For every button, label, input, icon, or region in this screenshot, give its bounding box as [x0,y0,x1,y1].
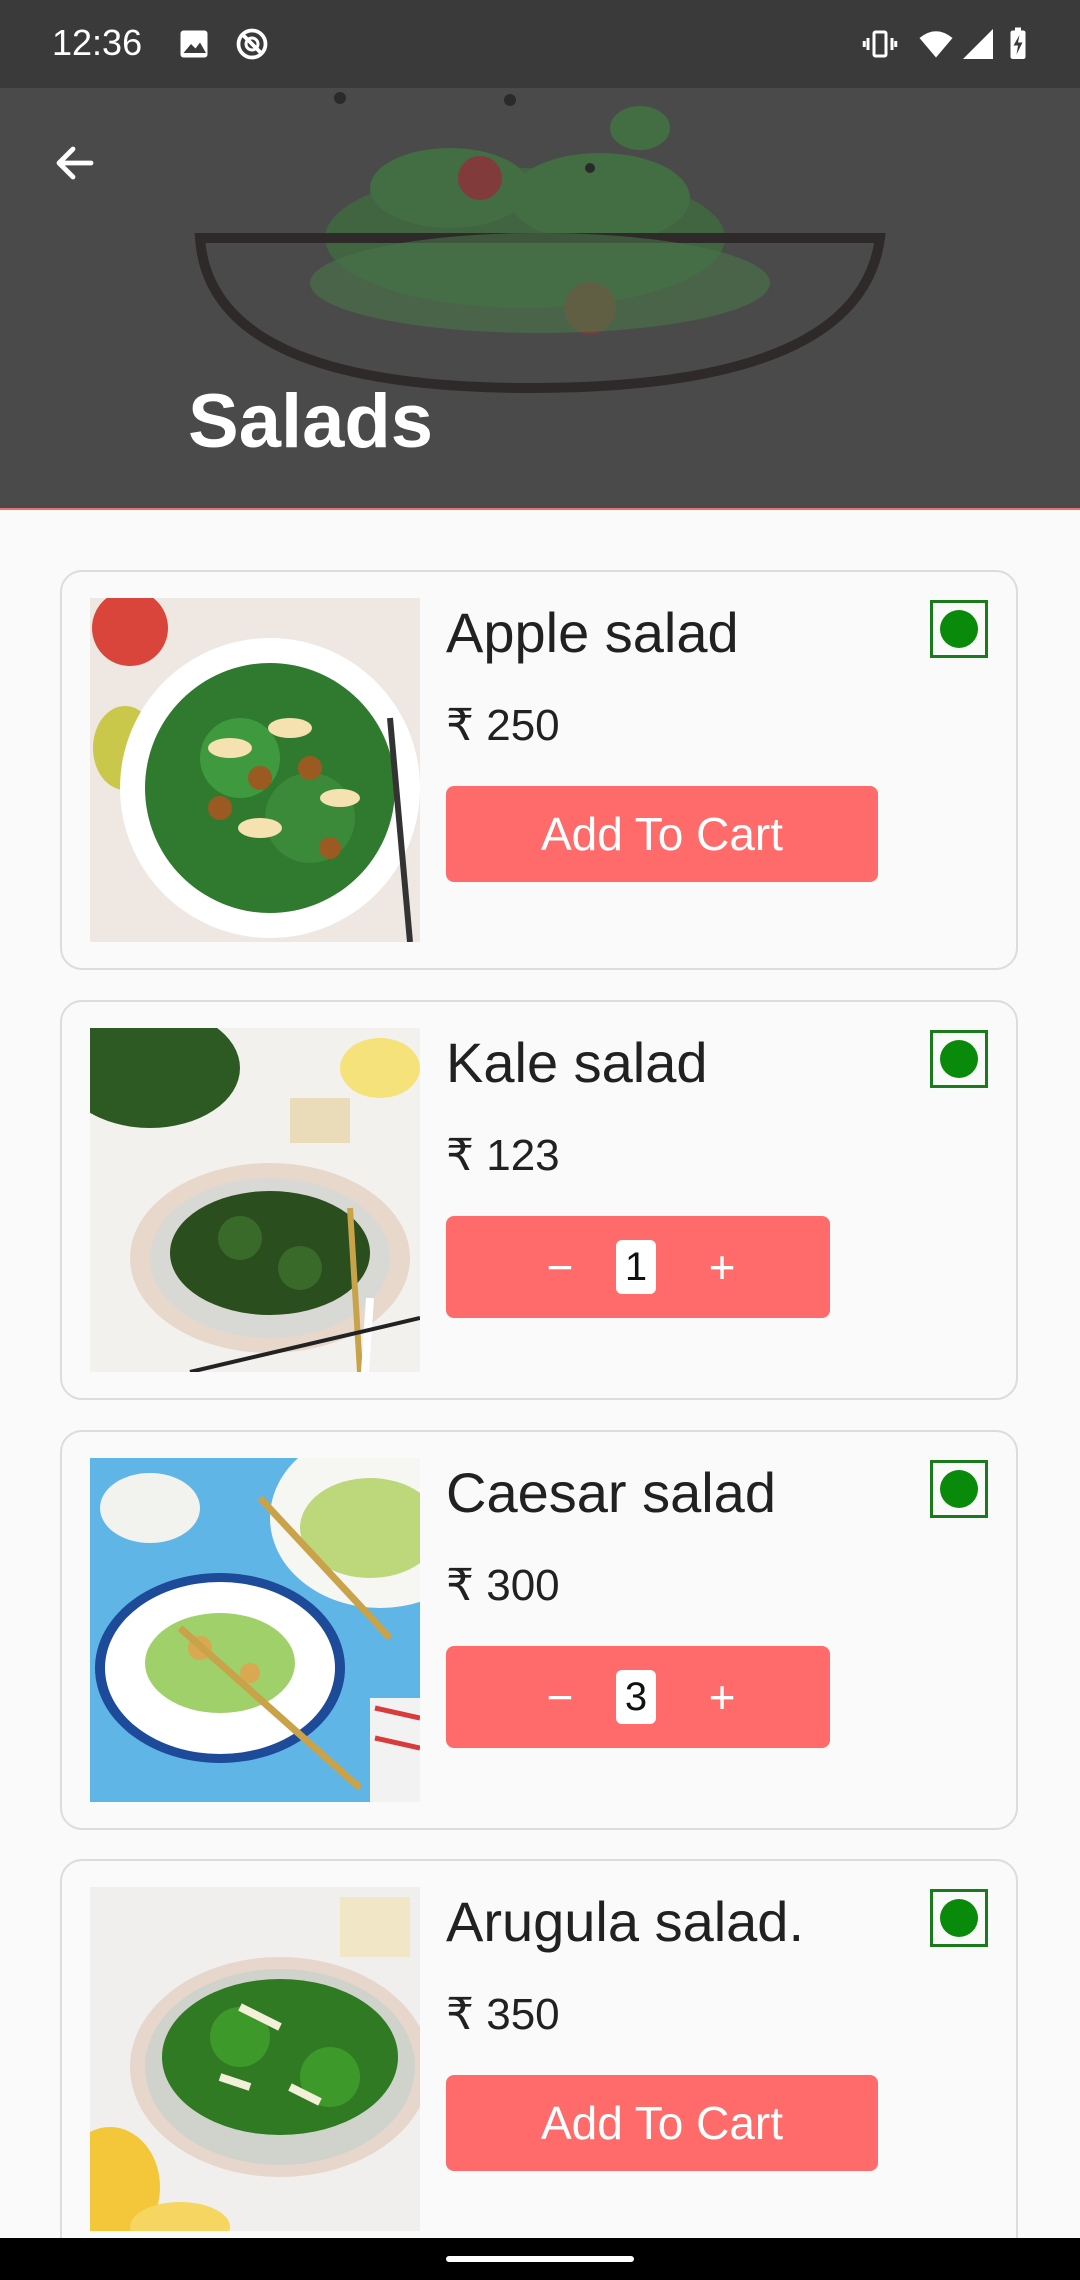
product-name: Arugula salad. [446,1890,805,1953]
quantity-stepper: − 3 + [446,1646,830,1748]
veg-indicator-icon [930,1889,988,1947]
salad-bowl-illustration [194,92,886,394]
increase-quantity-button[interactable]: + [682,1216,762,1318]
quantity-value: 3 [616,1670,656,1724]
do-not-disturb-icon [236,28,268,60]
product-name: Apple salad [446,601,739,664]
category-header: Salads [0,88,1080,510]
product-name: Kale salad [446,1031,708,1094]
vibrate-icon [862,30,898,58]
veg-indicator-icon [930,1030,988,1088]
product-card-arugula-salad: Arugula salad. ₹ 350 Add To Cart [60,1859,1018,2259]
image-icon [180,30,208,58]
arrow-back-icon [56,146,94,180]
wifi-icon [919,31,953,58]
veg-indicator-icon [930,1460,988,1518]
product-name: Caesar salad [446,1461,776,1524]
back-button[interactable] [40,128,110,198]
caesar-salad-image [90,1458,420,1802]
apple-salad-image [90,598,420,942]
battery-charging-icon [1010,27,1026,59]
home-handle[interactable] [446,2256,634,2262]
status-bar: 12:36 [0,0,1080,88]
decrease-quantity-button[interactable]: − [520,1216,600,1318]
decrease-quantity-button[interactable]: − [520,1646,600,1748]
product-card-caesar-salad: Caesar salad ₹ 300 − 3 + [60,1430,1018,1830]
status-time: 12:36 [52,22,143,63]
add-to-cart-button[interactable]: Add To Cart [446,786,878,882]
kale-salad-image [90,1028,420,1372]
product-price: ₹ 300 [446,1561,560,1610]
product-card-kale-salad: Kale salad ₹ 123 − 1 + [60,1000,1018,1400]
quantity-value: 1 [616,1240,656,1294]
increase-quantity-button[interactable]: + [682,1646,762,1748]
product-price: ₹ 123 [446,1131,560,1180]
veg-indicator-icon [930,600,988,658]
product-card-apple-salad: Apple salad ₹ 250 Add To Cart [60,570,1018,970]
product-price: ₹ 350 [446,1990,560,2039]
product-price: ₹ 250 [446,701,560,750]
page-title: Salads [188,379,434,464]
arugula-salad-image [90,1887,420,2231]
gesture-nav-bar [0,2238,1080,2280]
signal-icon [963,29,993,59]
quantity-stepper: − 1 + [446,1216,830,1318]
add-to-cart-button[interactable]: Add To Cart [446,2075,878,2171]
